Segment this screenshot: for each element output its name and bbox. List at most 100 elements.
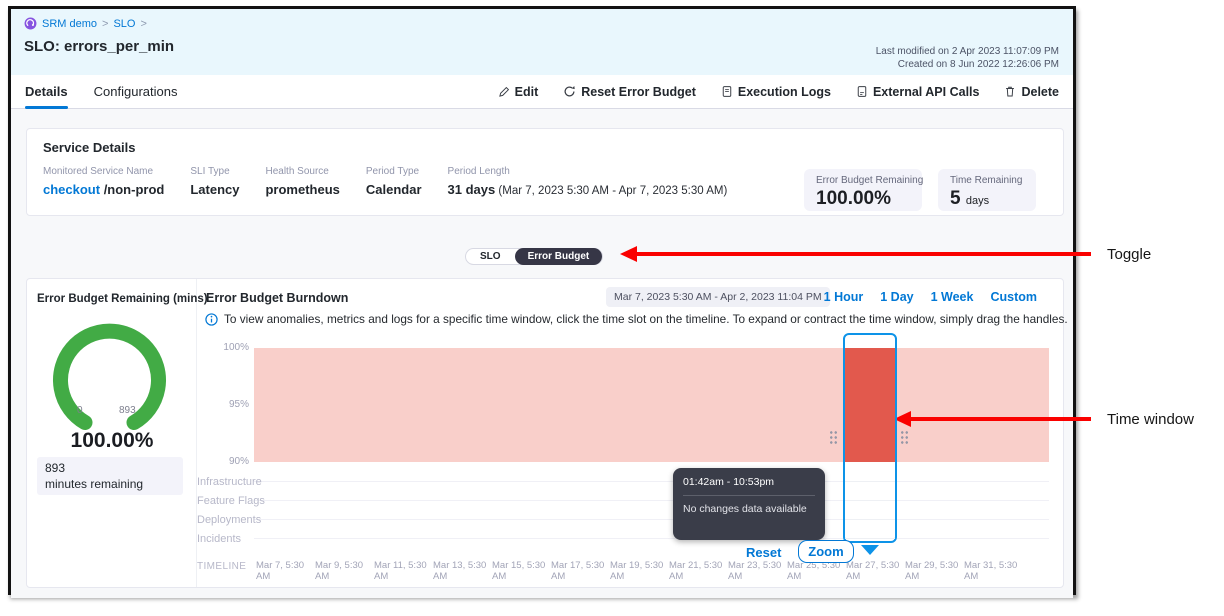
grid-line (254, 481, 1049, 482)
time-window-callout-arrow (910, 417, 1091, 421)
timeline-slot[interactable]: Mar 15, 5:30 AM (492, 560, 546, 582)
error-budget-area[interactable] (254, 348, 1049, 462)
external-api-calls-button[interactable]: External API Calls (856, 85, 980, 99)
box-unit: days (966, 195, 989, 207)
tooltip-divider (683, 495, 815, 496)
external-api-calls-label: External API Calls (873, 85, 980, 99)
execution-logs-label: Execution Logs (738, 85, 831, 99)
slo-error-budget-toggle[interactable]: SLO Error Budget (465, 248, 603, 265)
timeline-slot[interactable]: Mar 11, 5:30 AM (374, 560, 428, 582)
date-range-chip[interactable]: Mar 7, 2023 5:30 AM - Apr 2, 2023 11:04 … (606, 287, 830, 307)
reset-error-budget-button[interactable]: Reset Error Budget (563, 85, 696, 99)
edit-button[interactable]: Edit (498, 85, 539, 99)
field-sli-type: SLI Type Latency (190, 166, 239, 197)
app-window: SRM demo > SLO > SLO: errors_per_min Las… (8, 6, 1076, 595)
toggle-callout-arrow (636, 252, 1091, 256)
delete-button[interactable]: Delete (1004, 85, 1059, 99)
monitored-service-link[interactable]: checkout (43, 182, 100, 197)
zoom-button[interactable]: Zoom (798, 540, 854, 563)
timestamps: Last modified on 2 Apr 2023 11:07:09 PM … (876, 45, 1059, 71)
row-feature-flags: Feature Flags (197, 495, 265, 507)
tooltip-time-range: 01:42am - 10:53pm (683, 476, 815, 488)
tab-configurations[interactable]: Configurations (94, 75, 178, 109)
field-value: prometheus (265, 182, 339, 197)
box-label: Error Budget Remaining (816, 175, 910, 186)
selected-error-budget-slice (845, 348, 895, 462)
reset-error-budget-label: Reset Error Budget (581, 85, 696, 99)
reset-icon (563, 85, 576, 98)
grid-line (254, 519, 1049, 520)
range-1-week[interactable]: 1 Week (931, 290, 974, 304)
gauge-title: Error Budget Remaining (mins) (37, 293, 208, 305)
info-text: To view anomalies, metrics and logs for … (224, 312, 1068, 326)
grid-line (845, 481, 895, 482)
changes-tooltip: 01:42am - 10:53pm No changes data availa… (673, 468, 825, 540)
box-value: 5 (950, 188, 961, 209)
range-custom[interactable]: Custom (990, 290, 1037, 304)
field-label: Health Source (265, 166, 339, 177)
created-on: Created on 8 Jun 2022 12:26:06 PM (876, 58, 1059, 71)
timeline-slot[interactable]: Mar 17, 5:30 AM (551, 560, 605, 582)
trash-icon (1004, 85, 1016, 98)
grid-line (845, 519, 895, 520)
time-window-annotation: Time window (1107, 411, 1194, 428)
error-budget-card: Error Budget Remaining (mins) 0 893 100.… (26, 278, 1064, 588)
range-1-hour[interactable]: 1 Hour (824, 290, 864, 304)
grid-line (254, 500, 1049, 501)
page-title: SLO: errors_per_min (24, 38, 174, 55)
row-infrastructure: Infrastructure (197, 476, 262, 488)
right-drag-handle-icon[interactable] (900, 430, 909, 446)
timeline-slot[interactable]: Mar 13, 5:30 AM (433, 560, 487, 582)
grid-line (845, 500, 895, 501)
reset-zoom-link[interactable]: Reset (746, 545, 781, 560)
timeline-slot[interactable]: Mar 7, 5:30 AM (256, 560, 310, 582)
toggle-option-error-budget[interactable]: Error Budget (515, 248, 603, 265)
breadcrumb-item-project[interactable]: SRM demo (42, 18, 97, 30)
breadcrumb: SRM demo > SLO > (24, 17, 147, 30)
toolbar: Edit Reset Error Budget Execution Logs (498, 85, 1059, 99)
timeline-slot[interactable]: Mar 23, 5:30 AM (728, 560, 782, 582)
tab-details[interactable]: Details (25, 75, 68, 109)
service-details-card: Service Details Monitored Service Name c… (26, 128, 1064, 216)
timeline-slot[interactable]: Mar 25, 5:30 AM (787, 560, 841, 582)
api-document-icon (856, 85, 868, 98)
field-label: Period Type (366, 166, 422, 177)
info-icon (205, 313, 218, 326)
breadcrumb-item-slo[interactable]: SLO (113, 18, 135, 30)
timeline-slot[interactable]: Mar 21, 5:30 AM (669, 560, 723, 582)
burndown-title: Error Budget Burndown (206, 291, 348, 305)
timeline-slot[interactable]: Mar 31, 5:30 AM (964, 560, 1018, 582)
gauge-panel: Error Budget Remaining (mins) 0 893 100.… (27, 279, 197, 587)
left-drag-handle-icon[interactable] (829, 430, 838, 446)
grid-line (845, 538, 895, 539)
tooltip-message: No changes data available (683, 503, 815, 515)
field-value: Calendar (366, 182, 422, 197)
toggle-callout-arrowhead-icon (620, 246, 637, 262)
breadcrumb-separator: > (140, 18, 146, 30)
row-deployments: Deployments (197, 514, 261, 526)
timeline-slot[interactable]: Mar 27, 5:30 AM (846, 560, 900, 582)
grid-line (254, 538, 1049, 539)
tab-toolbar-row: Details Configurations Edit Reset Error … (11, 75, 1073, 109)
breadcrumb-separator: > (102, 18, 108, 30)
gauge-percent: 100.00% (37, 429, 187, 453)
timeline-slot[interactable]: Mar 29, 5:30 AM (905, 560, 959, 582)
period-length-value: 31 days (448, 182, 496, 197)
ytick-95: 95% (157, 399, 249, 410)
row-incidents: Incidents (197, 533, 241, 545)
timeline-label: TIMELINE (197, 561, 246, 572)
field-monitored-service: Monitored Service Name checkout /non-pro… (43, 166, 164, 197)
field-label: SLI Type (190, 166, 239, 177)
timeline-slot[interactable]: Mar 9, 5:30 AM (315, 560, 369, 582)
execution-logs-button[interactable]: Execution Logs (721, 85, 831, 99)
info-banner: To view anomalies, metrics and logs for … (205, 312, 1070, 326)
toggle-option-slo[interactable]: SLO (466, 248, 515, 265)
srm-module-icon (24, 17, 37, 30)
time-window-selection[interactable] (843, 333, 897, 543)
range-1-day[interactable]: 1 Day (880, 290, 913, 304)
range-links: 1 Hour 1 Day 1 Week Custom (824, 290, 1037, 304)
ytick-90: 90% (157, 456, 249, 467)
content-area: Service Details Monitored Service Name c… (11, 109, 1073, 598)
last-modified: Last modified on 2 Apr 2023 11:07:09 PM (876, 45, 1059, 58)
timeline-slot[interactable]: Mar 19, 5:30 AM (610, 560, 664, 582)
